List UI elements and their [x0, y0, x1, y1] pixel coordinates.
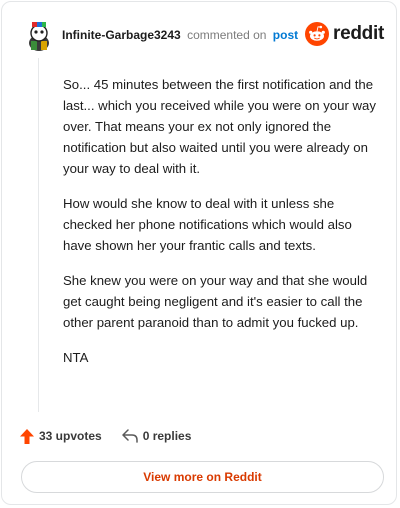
user-avatar[interactable] — [22, 18, 56, 52]
comment-paragraph: She knew you were on your way and that s… — [63, 273, 368, 330]
thread-line — [38, 58, 39, 412]
upvote-arrow-icon — [20, 428, 34, 444]
comment-body: So... 45 minutes between the first notif… — [63, 74, 381, 382]
upvote-button[interactable]: 33 upvotes — [20, 428, 102, 444]
comment-header: Infinite-Garbage3243 commented on post r… — [22, 18, 386, 54]
comment-paragraph: So... 45 minutes between the first notif… — [63, 77, 376, 176]
reddit-wordmark: reddit — [333, 23, 384, 44]
reddit-snoo-icon — [305, 22, 330, 46]
commented-on-label: commented on — [187, 28, 267, 42]
username[interactable]: Infinite-Garbage3243 — [62, 28, 181, 42]
comment-meta: Infinite-Garbage3243 commented on post — [62, 27, 298, 43]
view-more-on-reddit-button[interactable]: View more on Reddit — [21, 461, 384, 493]
comment-card: Infinite-Garbage3243 commented on post r… — [1, 1, 397, 505]
reply-count: 0 replies — [142, 429, 192, 443]
reply-button[interactable]: 0 replies — [121, 429, 192, 443]
comment-paragraph: How would she know to deal with it unles… — [63, 196, 352, 253]
reddit-logo[interactable]: reddit — [305, 21, 384, 47]
comment-actions: 33 upvotes 0 replies — [20, 426, 211, 446]
post-link[interactable]: post — [273, 28, 298, 42]
reply-arrow-icon — [121, 429, 138, 443]
upvote-count: 33 upvotes — [39, 429, 102, 443]
comment-paragraph: NTA — [63, 350, 89, 365]
